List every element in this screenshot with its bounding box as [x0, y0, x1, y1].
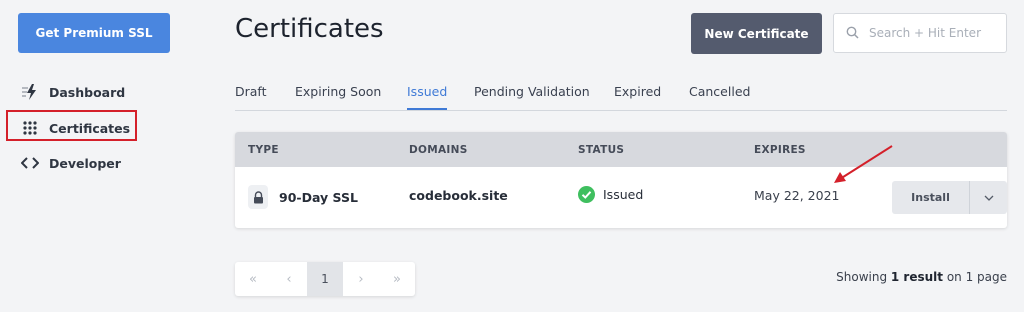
install-button-group: Install: [892, 181, 1007, 214]
search-icon: [846, 24, 859, 43]
domain-cell: codebook.site: [409, 188, 508, 203]
check-circle-icon: [578, 186, 595, 203]
column-header-type: TYPE: [248, 144, 279, 156]
sidebar-item-certificates[interactable]: Certificates: [20, 117, 130, 139]
column-header-status: STATUS: [578, 144, 625, 156]
summary-prefix: Showing: [836, 270, 891, 284]
lock-icon: [248, 185, 268, 209]
install-dropdown-toggle[interactable]: [969, 181, 1007, 214]
pagination: « ‹ 1 › »: [235, 262, 415, 296]
sidebar-item-label: Developer: [49, 155, 121, 171]
status-cell: Issued: [578, 186, 643, 203]
cert-type-cell: 90-Day SSL: [248, 185, 358, 209]
summary-count: 1 result: [890, 270, 943, 284]
tab-pending-validation[interactable]: Pending Validation: [474, 84, 590, 110]
new-certificate-button[interactable]: New Certificate: [691, 13, 822, 54]
first-page-button[interactable]: «: [235, 262, 271, 296]
annotation-arrow: [828, 142, 898, 191]
chevron-down-icon: [984, 195, 994, 201]
page-number-button[interactable]: 1: [307, 262, 343, 296]
sidebar-item-label: Certificates: [49, 120, 131, 136]
get-premium-ssl-button[interactable]: Get Premium SSL: [18, 13, 170, 53]
tab-issued[interactable]: Issued: [407, 84, 448, 110]
code-brackets-icon: [20, 153, 40, 173]
page-title: Certificates: [235, 14, 384, 44]
sidebar-item-dashboard[interactable]: Dashboard: [20, 81, 125, 103]
summary-suffix: on 1 page: [943, 270, 1007, 284]
grid-dots-icon: [20, 118, 40, 138]
prev-page-button[interactable]: ‹: [271, 262, 307, 296]
status-tabs: Draft Expiring Soon Issued Pending Valid…: [235, 84, 1007, 111]
column-header-expires: EXPIRES: [754, 144, 806, 156]
tab-expiring-soon[interactable]: Expiring Soon: [295, 84, 381, 110]
cert-type-label: 90-Day SSL: [279, 189, 358, 205]
search-box[interactable]: [833, 13, 1007, 53]
results-summary: Showing 1 result on 1 page: [836, 270, 1007, 284]
tab-cancelled[interactable]: Cancelled: [689, 84, 750, 110]
tab-expired[interactable]: Expired: [614, 84, 661, 110]
install-button[interactable]: Install: [892, 181, 969, 214]
column-header-domains: DOMAINS: [409, 144, 468, 156]
tab-draft[interactable]: Draft: [235, 84, 267, 110]
sidebar-item-label: Dashboard: [49, 84, 126, 100]
expires-cell: May 22, 2021: [754, 188, 840, 203]
next-page-button[interactable]: ›: [343, 262, 379, 296]
last-page-button[interactable]: »: [379, 262, 415, 296]
sidebar-item-developer[interactable]: Developer: [20, 152, 121, 174]
status-label: Issued: [603, 187, 644, 202]
search-input[interactable]: [867, 25, 1001, 41]
bolt-icon: [20, 82, 40, 102]
